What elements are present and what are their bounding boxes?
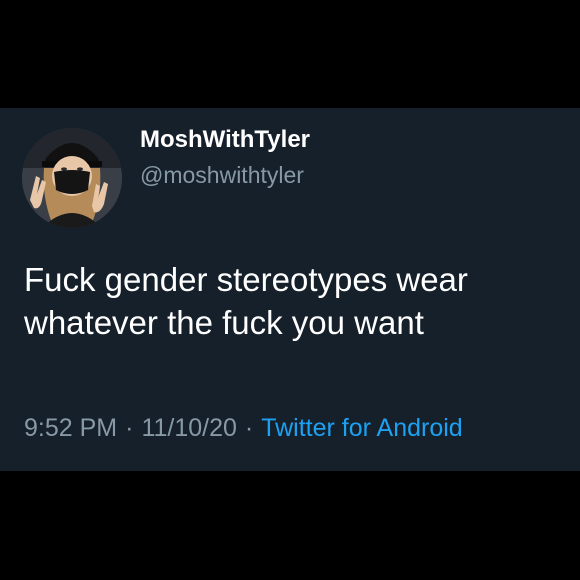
- screenshot-frame: MoshWithTyler @moshwithtyler Fuck gender…: [0, 0, 580, 580]
- meta-separator: ·: [125, 414, 134, 442]
- tweet-time[interactable]: 9:52 PM: [24, 414, 117, 442]
- avatar[interactable]: [22, 128, 122, 228]
- tweet-meta: 9:52 PM · 11/10/20 · Twitter for Android: [24, 414, 463, 443]
- tweet-card[interactable]: MoshWithTyler @moshwithtyler Fuck gender…: [0, 108, 580, 471]
- tweet-source-link[interactable]: Twitter for Android: [261, 414, 462, 442]
- avatar-image: [22, 128, 122, 228]
- meta-separator: ·: [244, 414, 254, 442]
- tweet-date[interactable]: 11/10/20: [141, 414, 236, 442]
- tweet-text: Fuck gender stereotypes wear whatever th…: [24, 261, 468, 341]
- handle[interactable]: @moshwithtyler: [140, 162, 304, 189]
- display-name[interactable]: MoshWithTyler: [140, 126, 310, 154]
